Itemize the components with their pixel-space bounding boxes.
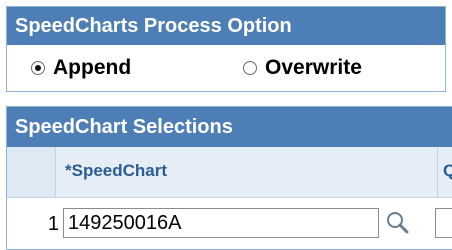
speedchart-input[interactable] (63, 208, 379, 238)
overwrite-radio-button[interactable] (243, 61, 257, 75)
append-radio-button[interactable] (31, 61, 45, 75)
append-label[interactable]: Append (53, 56, 131, 80)
grid-column-header-row: *SpeedChart Q (7, 147, 452, 198)
process-option-panel: SpeedCharts Process Option Append Overwr… (6, 6, 446, 92)
speedchart-column-header[interactable]: *SpeedChart (55, 147, 438, 197)
table-row: 1 (7, 198, 452, 249)
speedchart-column-label[interactable]: *SpeedChart (65, 161, 167, 181)
process-option-header: SpeedCharts Process Option (7, 7, 445, 45)
overwrite-label[interactable]: Overwrite (265, 56, 362, 80)
next-column-input[interactable] (435, 208, 452, 238)
next-column-label[interactable]: Q (443, 161, 452, 181)
process-option-radio-group: Append Overwrite (7, 45, 445, 91)
speedchart-selections-header: SpeedChart Selections (7, 107, 452, 147)
row-number: 1 (47, 213, 59, 235)
next-column-header[interactable]: Q (438, 147, 452, 197)
append-radio[interactable]: Append (31, 56, 131, 80)
overwrite-radio[interactable]: Overwrite (243, 56, 362, 80)
row-number-column-header (7, 147, 56, 197)
speedchart-selections-panel: SpeedChart Selections *SpeedChart Q 1 (6, 106, 452, 250)
magnifier-icon[interactable] (385, 210, 411, 236)
